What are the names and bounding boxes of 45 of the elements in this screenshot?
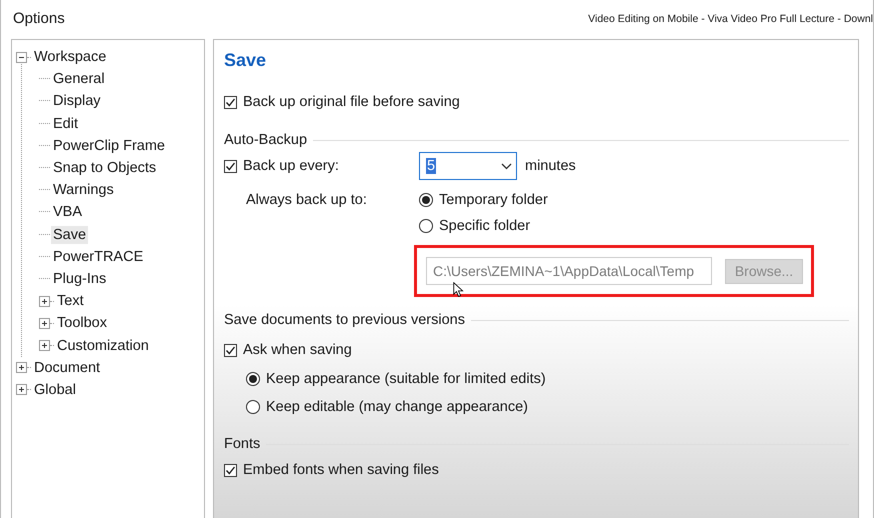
tree-item[interactable]: Snap to Objects [51, 159, 158, 178]
expand-icon[interactable] [39, 296, 50, 307]
group-heading: Fonts [224, 436, 260, 452]
chevron-down-icon [501, 162, 512, 170]
expand-icon[interactable] [39, 318, 50, 329]
tree-item[interactable]: General [51, 70, 107, 88]
radio-option[interactable]: Specific folder [419, 218, 530, 234]
page-title: Save [224, 50, 268, 71]
window-title: Options [13, 10, 65, 26]
tree-item[interactable]: PowerClip Frame [51, 136, 167, 155]
checkmark-icon [225, 96, 236, 108]
tree-item[interactable]: Save [51, 226, 88, 244]
tree-item[interactable]: Display [51, 92, 103, 110]
checkmark-icon [225, 344, 236, 356]
checkmark-icon [225, 464, 236, 476]
radio-option[interactable]: Keep editable (may change appearance) [246, 399, 528, 415]
radio-option[interactable]: Temporary folder [419, 192, 548, 208]
interval-dropdown[interactable]: 5 [419, 152, 517, 180]
group-heading: Save documents to previous versions [224, 312, 465, 328]
tree-item[interactable]: VBA [51, 203, 84, 222]
field-label: Always back up to: [246, 192, 367, 208]
expand-icon[interactable] [16, 362, 27, 374]
checkbox[interactable]: Back up original file before saving [224, 94, 460, 110]
tree-item[interactable]: Plug-Ins [51, 270, 108, 288]
expand-icon[interactable] [39, 340, 50, 352]
tree-item[interactable]: PowerTRACE [51, 248, 146, 266]
mouse-pointer-icon [453, 282, 464, 297]
expand-icon[interactable] [16, 384, 27, 396]
tree-item[interactable]: Document [32, 358, 102, 377]
tree-item[interactable]: Text [55, 292, 86, 310]
tree-item[interactable]: Global [32, 380, 78, 399]
tree-item[interactable]: Edit [51, 114, 80, 133]
radio-option[interactable]: Keep appearance (suitable for limited edits) [246, 371, 546, 387]
tree-item[interactable]: Toolbox [55, 314, 109, 332]
video-caption: Video Editing on Mobile - Viva Video Pro Full Lecture - Downl [588, 12, 873, 25]
tree-item[interactable]: Warnings [51, 181, 116, 200]
checkbox[interactable]: Back up every: [224, 158, 419, 174]
checkmark-icon [225, 160, 236, 172]
tree-item[interactable]: Workspace [32, 48, 108, 66]
group-heading: Auto-Backup [224, 132, 308, 148]
checkbox[interactable]: Embed fonts when saving files [224, 462, 439, 478]
checkbox[interactable]: Ask when saving [224, 342, 352, 358]
unit-label: minutes [525, 158, 576, 174]
collapse-icon[interactable] [16, 52, 27, 63]
tree-item[interactable]: Customization [55, 336, 151, 355]
